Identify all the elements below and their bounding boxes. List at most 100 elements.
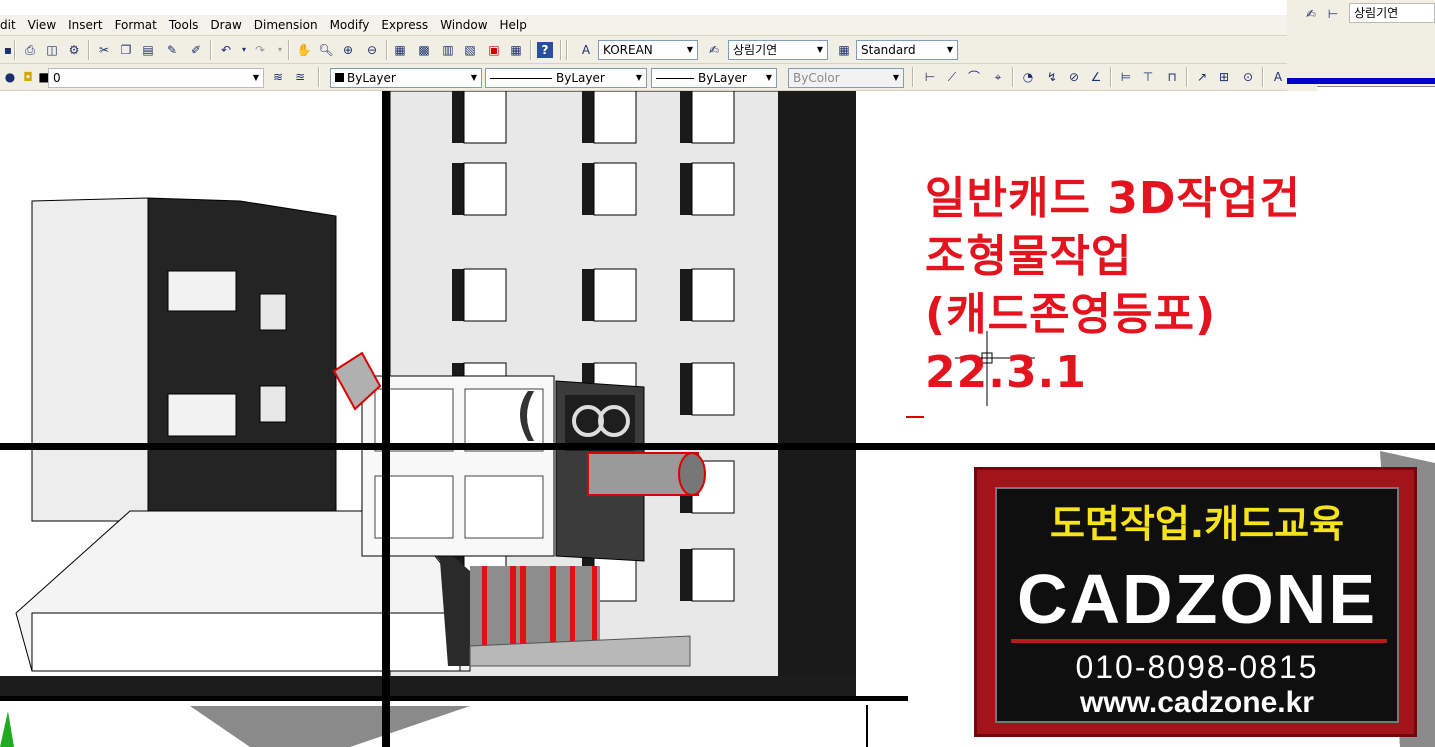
autocad-window: dit View Insert Format Tools Draw Dimens… bbox=[0, 0, 1435, 747]
toolbar-separator bbox=[14, 40, 16, 60]
arc-length-icon[interactable]: ⌒ bbox=[966, 69, 982, 85]
calculator-icon[interactable]: ▦ bbox=[508, 42, 524, 58]
diameter-icon[interactable]: ⊘ bbox=[1066, 69, 1082, 85]
leader-icon[interactable]: ↗ bbox=[1194, 69, 1210, 85]
text-style-icon[interactable]: A bbox=[578, 42, 594, 58]
zoom-realtime-icon[interactable]: 🔍︎ bbox=[318, 42, 334, 58]
menu-insert[interactable]: Insert bbox=[62, 15, 108, 36]
left-building-side bbox=[147, 197, 337, 522]
text-style-select[interactable]: KOREAN ▼ bbox=[598, 40, 698, 60]
layer-icon[interactable]: ≋ bbox=[270, 69, 286, 85]
pan-icon[interactable]: ✋ bbox=[296, 42, 312, 58]
dim-style-icon[interactable]: ✍ bbox=[706, 42, 722, 58]
ground-slab bbox=[0, 676, 856, 696]
table-style-select[interactable]: Standard ▼ bbox=[856, 40, 958, 60]
sign-inner: 도면작업.캐드교육 CADZONE 010-8098-0815 www.cadz… bbox=[995, 487, 1399, 723]
left-window-small bbox=[259, 385, 287, 423]
menu-help[interactable]: Help bbox=[494, 15, 533, 36]
undo-icon[interactable]: ↶ bbox=[218, 42, 234, 58]
columns-base bbox=[470, 566, 600, 646]
layer-select[interactable]: 0 ▼ bbox=[48, 68, 264, 88]
lineweight-select[interactable]: ByLayer ▼ bbox=[651, 68, 777, 88]
angular-icon[interactable]: ∠ bbox=[1088, 69, 1104, 85]
color-value: ByLayer bbox=[347, 71, 396, 85]
left-building-front bbox=[31, 197, 149, 522]
center-mark-icon[interactable]: ⊙ bbox=[1240, 69, 1256, 85]
tool-palettes-icon[interactable]: ▥ bbox=[440, 42, 456, 58]
zoom-previous-icon[interactable]: ⊖ bbox=[364, 42, 380, 58]
plot-style-select[interactable]: ByColor ▼ bbox=[788, 68, 904, 88]
toolbar-separator bbox=[566, 40, 568, 60]
color-select[interactable]: ByLayer ▼ bbox=[330, 68, 482, 88]
toolbar-separator bbox=[318, 67, 320, 87]
toolbar-separator bbox=[210, 40, 212, 60]
column-stripe bbox=[510, 566, 516, 646]
linetype-select[interactable]: ByLayer ▼ bbox=[485, 68, 647, 88]
window-pane bbox=[691, 362, 735, 416]
table-style-icon[interactable]: ▦ bbox=[836, 42, 852, 58]
cylinder-cap bbox=[678, 452, 706, 496]
dim-style-manager-icon[interactable]: ⊢ bbox=[1325, 6, 1341, 22]
color-swatch bbox=[335, 73, 344, 82]
lineweight-value: ByLayer bbox=[698, 71, 747, 85]
menu-modify[interactable]: Modify bbox=[324, 15, 376, 36]
toolbar-separator bbox=[386, 40, 388, 60]
menu-window[interactable]: Window bbox=[434, 15, 493, 36]
cut-icon[interactable]: ✂ bbox=[96, 42, 112, 58]
help-icon[interactable]: ? bbox=[537, 42, 553, 58]
jogged-icon[interactable]: ↯ bbox=[1044, 69, 1060, 85]
redo-icon[interactable]: ↷ bbox=[252, 42, 268, 58]
standard-toolbar: ▪ ⎙ ◫ ⚙ ✂ ❐ ▤ ✎ ✐ ↶ ▾ ↷ ▾ ✋ 🔍︎ ⊕ ⊖ ▦ ▩ ▥… bbox=[0, 36, 1287, 64]
menu-express[interactable]: Express bbox=[375, 15, 434, 36]
linear-dim-icon[interactable]: ⊢ bbox=[922, 69, 938, 85]
menu-edit[interactable]: dit bbox=[0, 15, 22, 36]
radius-icon[interactable]: ◔ bbox=[1020, 69, 1036, 85]
window-pane bbox=[691, 548, 735, 602]
tall-building-side bbox=[778, 91, 856, 691]
baseline-icon[interactable]: ⊤ bbox=[1140, 69, 1156, 85]
chevron-down-icon: ▼ bbox=[686, 45, 694, 54]
dim-edit-icon[interactable]: A bbox=[1270, 69, 1286, 85]
quick-dim-icon[interactable]: ⊨ bbox=[1118, 69, 1134, 85]
dim-style-select[interactable]: 상림기연 ▼ bbox=[728, 40, 828, 60]
menu-draw[interactable]: Draw bbox=[204, 15, 247, 36]
layer-previous-icon[interactable]: ≊ bbox=[292, 69, 308, 85]
toolbar-separator bbox=[1262, 67, 1264, 87]
paste-icon[interactable]: ▤ bbox=[140, 42, 156, 58]
copy-icon[interactable]: ❐ bbox=[118, 42, 134, 58]
properties-toolbar: ● ◘ ■ 0 ▼ ≋ ≊ ByLayer ▼ ByLayer ▼ ByLaye… bbox=[0, 64, 1287, 91]
menu-view[interactable]: View bbox=[22, 15, 62, 36]
right-dim-style-value: 상림기연 bbox=[1354, 6, 1399, 20]
zoom-window-icon[interactable]: ⊕ bbox=[340, 42, 356, 58]
sign-phone: 010-8098-0815 bbox=[1075, 649, 1319, 685]
preview-icon[interactable]: ◫ bbox=[44, 42, 60, 58]
toolbar-separator bbox=[88, 40, 90, 60]
sheet-set-icon[interactable]: ▧ bbox=[462, 42, 478, 58]
base-platform bbox=[190, 706, 470, 747]
column-stripe bbox=[520, 566, 526, 646]
menu-format[interactable]: Format bbox=[109, 15, 163, 36]
design-center-icon[interactable]: ▩ bbox=[416, 42, 432, 58]
brush-icon[interactable]: ✐ bbox=[188, 42, 204, 58]
undo-dropdown-icon[interactable]: ▾ bbox=[236, 42, 252, 58]
layer-lock-icon[interactable]: ◘ bbox=[20, 69, 36, 85]
dim-style-icon[interactable]: ✍ bbox=[1303, 6, 1319, 22]
right-dim-style-select[interactable]: 상림기연 bbox=[1349, 3, 1435, 23]
aligned-dim-icon[interactable]: ⟋ bbox=[944, 69, 960, 85]
menu-tools[interactable]: Tools bbox=[163, 15, 205, 36]
continue-icon[interactable]: ⊓ bbox=[1164, 69, 1180, 85]
dim-style-value: 상림기연 bbox=[733, 43, 778, 57]
ordinate-icon[interactable]: ⌖ bbox=[990, 69, 1006, 85]
toolbar-separator bbox=[560, 40, 562, 60]
match-properties-icon[interactable]: ✎ bbox=[164, 42, 180, 58]
publish-icon[interactable]: ⚙ bbox=[66, 42, 82, 58]
print-icon[interactable]: ⎙ bbox=[22, 42, 38, 58]
markup-icon[interactable]: ▣ bbox=[486, 42, 502, 58]
layer-state-icon[interactable]: ● bbox=[2, 69, 18, 85]
menu-dimension[interactable]: Dimension bbox=[248, 15, 324, 36]
viewport-edge bbox=[866, 705, 868, 747]
redo-dropdown-icon[interactable]: ▾ bbox=[272, 42, 288, 58]
lower-edge-line bbox=[0, 696, 908, 701]
tolerance-icon[interactable]: ⊞ bbox=[1216, 69, 1232, 85]
properties-icon[interactable]: ▦ bbox=[392, 42, 408, 58]
